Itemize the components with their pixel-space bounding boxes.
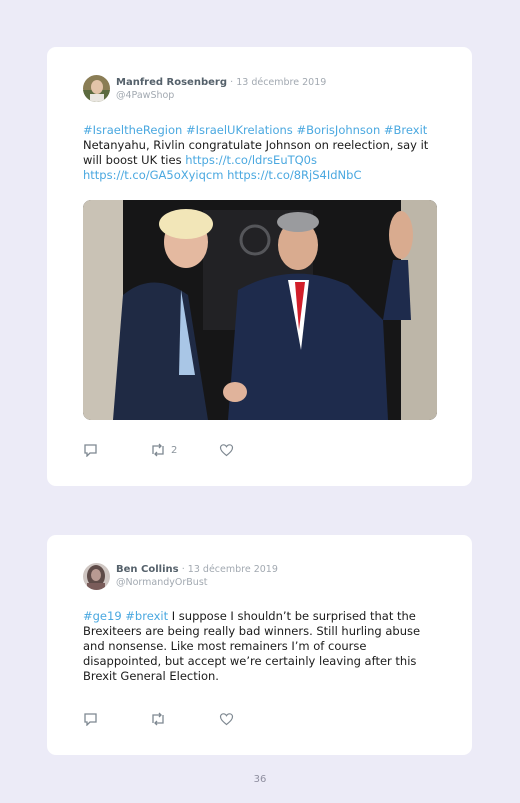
avatar[interactable] (83, 563, 110, 590)
author-line: Ben Collins · 13 décembre 2019 (116, 564, 278, 575)
retweet-icon (152, 712, 164, 726)
like-button[interactable] (219, 443, 234, 457)
hashtags[interactable]: #IsraeltheRegion #IsraelUKrelations #Bor… (83, 123, 427, 137)
retweet-button[interactable]: 2 (150, 443, 177, 457)
page-number: 36 (253, 774, 267, 785)
author-line: Manfred Rosenberg · 13 décembre 2019 (116, 77, 326, 88)
like-button[interactable] (219, 712, 234, 726)
heart-icon (219, 713, 234, 726)
author-name[interactable]: Ben Collins (116, 564, 179, 575)
tweet-links[interactable]: https://t.co/GA5oXyiqcm https://t.co/8Rj… (83, 168, 361, 182)
retweet-icon (152, 443, 164, 457)
tweet-link[interactable]: https://t.co/ldrsEuTQ0s (185, 153, 317, 167)
tweet-text: #IsraeltheRegion #IsraelUKrelations #Bor… (83, 123, 443, 183)
author-handle[interactable]: @NormandyOrBust (116, 577, 208, 588)
author-handle[interactable]: @4PawShop (116, 90, 174, 101)
tweet-card: Manfred Rosenberg · 13 décembre 2019 @4P… (47, 47, 472, 486)
reply-button[interactable] (83, 443, 98, 457)
retweet-button[interactable] (150, 712, 166, 726)
tweet-date[interactable]: · 13 décembre 2019 (230, 77, 326, 88)
author-name[interactable]: Manfred Rosenberg (116, 77, 227, 88)
tweet-photo[interactable] (83, 200, 437, 420)
avatar[interactable] (83, 75, 110, 102)
reply-icon (84, 444, 97, 457)
reply-icon (84, 713, 97, 726)
retweet-count: 2 (171, 444, 178, 456)
hashtags[interactable]: #ge19 #brexit (83, 609, 168, 623)
heart-icon (219, 444, 234, 457)
tweet-text: #ge19 #brexit I suppose I shouldn’t be s… (83, 609, 433, 684)
tweet-card: Ben Collins · 13 décembre 2019 @Normandy… (47, 535, 472, 755)
reply-button[interactable] (83, 712, 98, 726)
tweet-date[interactable]: · 13 décembre 2019 (182, 564, 278, 575)
